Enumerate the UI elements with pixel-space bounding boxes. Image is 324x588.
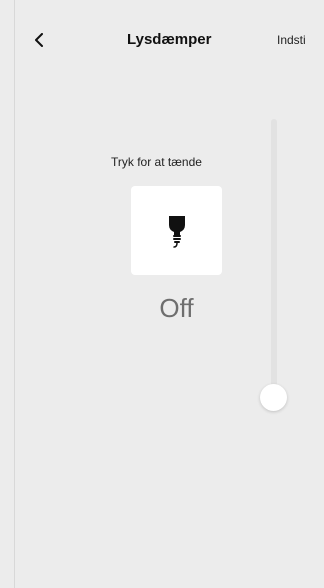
chevron-left-icon (35, 33, 43, 47)
dimmer-screen: Lysdæmper Indsti Tryk for at tænde Off (14, 0, 324, 588)
tap-hint-text: Tryk for at tænde (111, 155, 202, 169)
top-bar: Lysdæmper Indsti (15, 0, 324, 84)
dimmer-slider-track[interactable] (271, 119, 277, 397)
back-button[interactable] (29, 28, 49, 52)
lightbulb-icon (168, 215, 185, 248)
dimmer-slider-thumb[interactable] (260, 384, 287, 411)
settings-link[interactable]: Indsti (277, 33, 306, 47)
light-toggle-button[interactable] (131, 186, 222, 275)
page-title: Lysdæmper (127, 31, 212, 48)
light-state-label: Off (159, 293, 194, 323)
